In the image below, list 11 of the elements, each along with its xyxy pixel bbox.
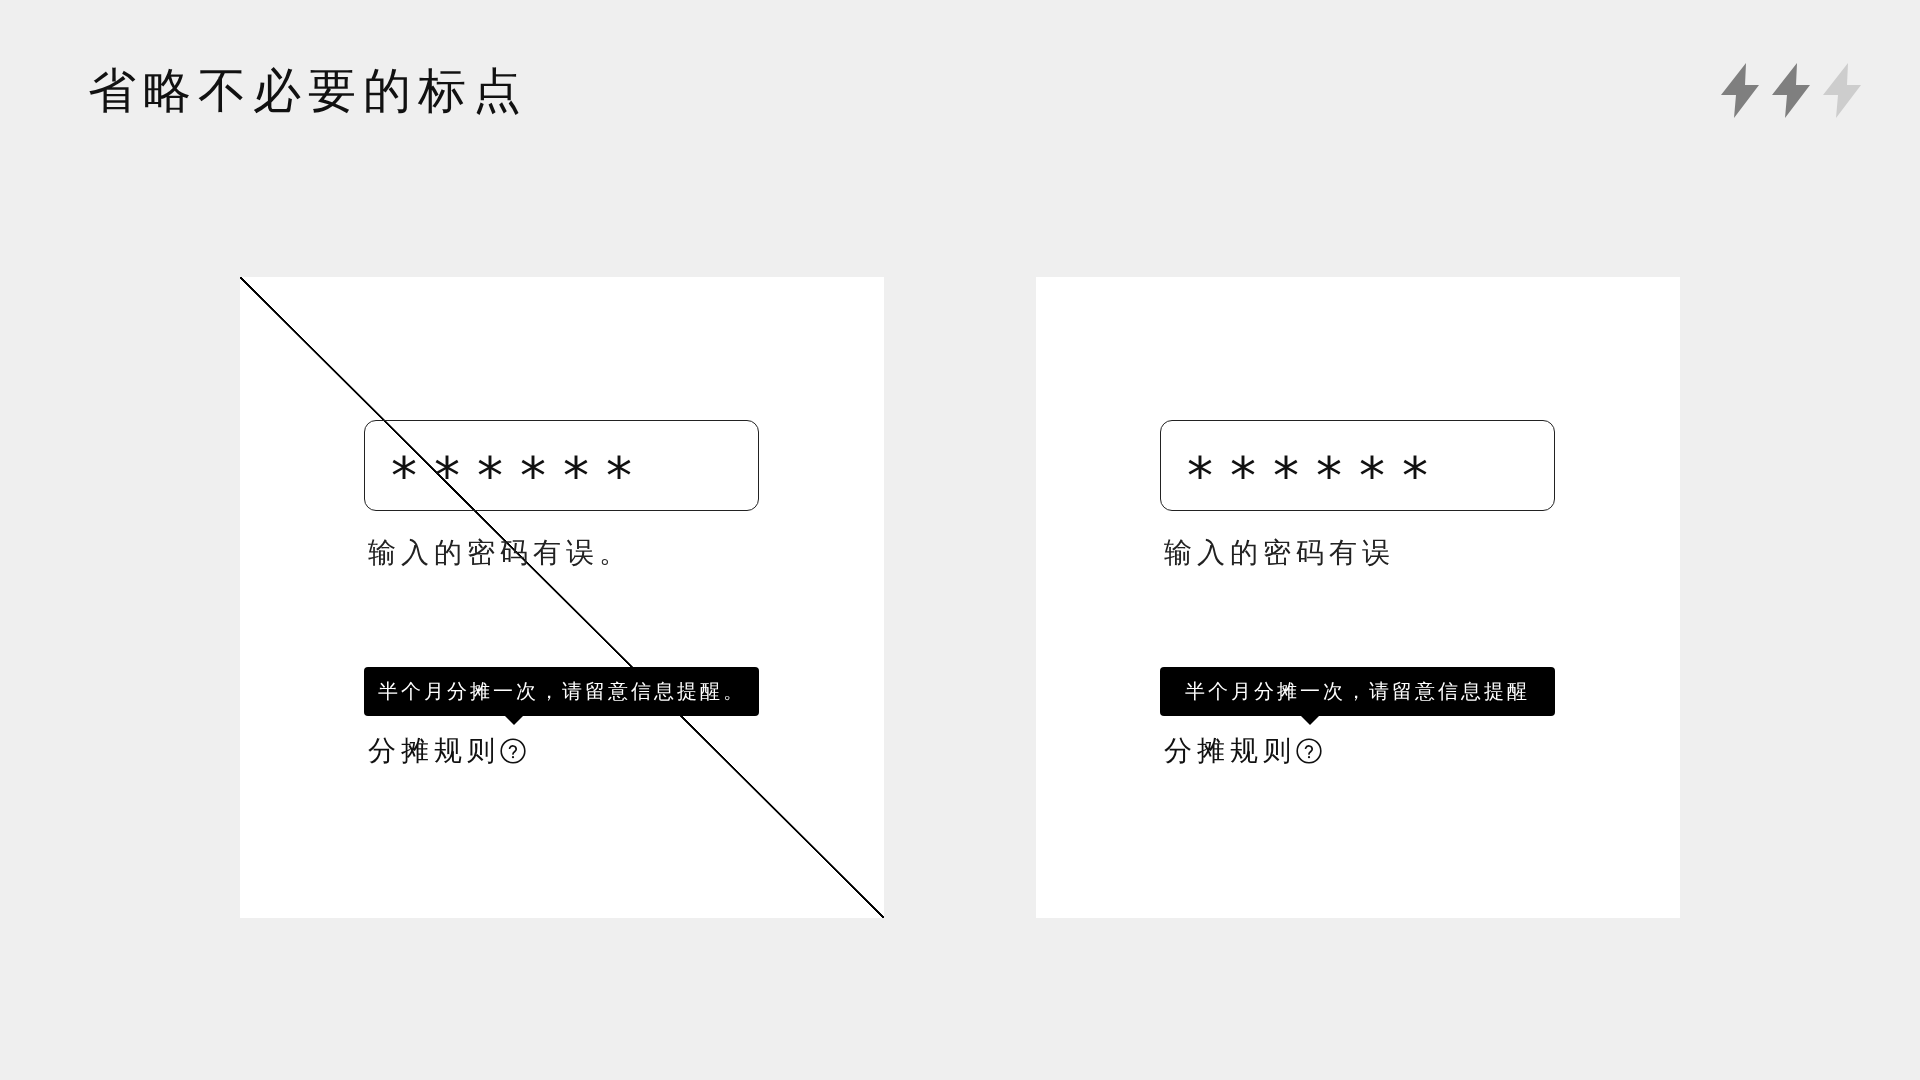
help-icon[interactable]: [500, 737, 526, 764]
tooltip-pointer-icon: [505, 716, 523, 725]
help-label: 分摊规则: [367, 733, 500, 769]
page-title: 省略不必要的标点: [88, 61, 528, 120]
password-field[interactable]: ******: [1160, 420, 1555, 511]
error-message: 输入的密码有误: [1163, 535, 1395, 571]
tooltip-pointer-icon: [1301, 716, 1319, 725]
help-label: 分摊规则: [1163, 733, 1296, 769]
tooltip: 半个月分摊一次，请留意信息提醒。: [364, 667, 759, 716]
help-icon[interactable]: [1296, 737, 1322, 764]
tooltip: 半个月分摊一次，请留意信息提醒: [1160, 667, 1555, 716]
